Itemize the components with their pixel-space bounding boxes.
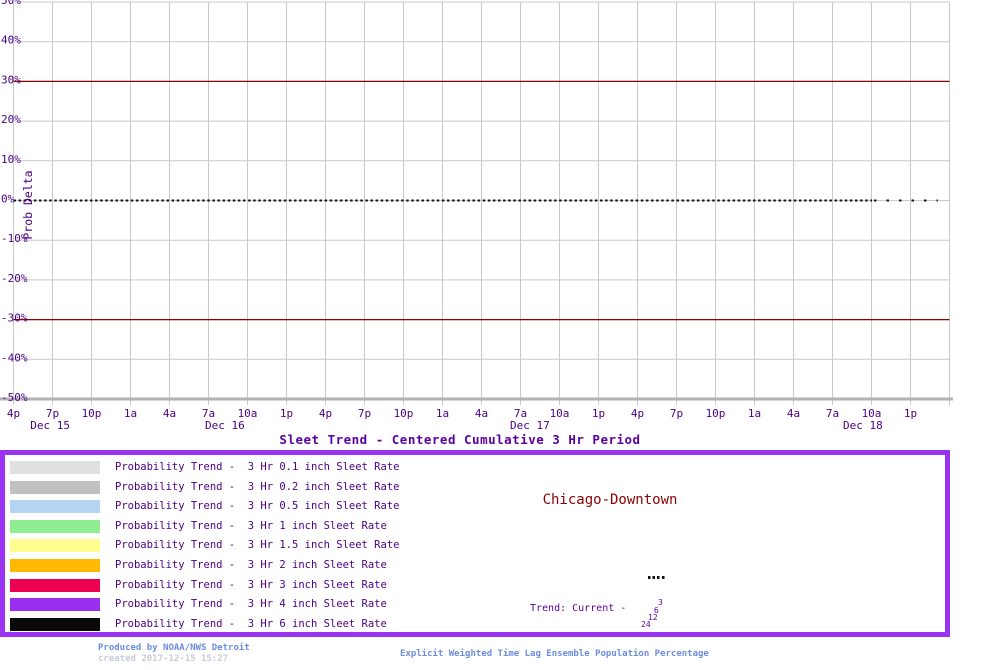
y-tick-label: 30%: [1, 73, 21, 86]
legend-item-label: Probability Trend - 3 Hr 4 inch Sleet Ra…: [115, 598, 387, 611]
y-tick-label: 40%: [1, 34, 21, 47]
legend-item: Probability Trend - 3 Hr 0.1 inch Sleet …: [10, 461, 399, 474]
x-tick-label: 7p: [670, 407, 683, 420]
y-tick-label: -50%: [1, 391, 28, 404]
x-tick-label: 10p: [82, 407, 102, 420]
dotted-line-sample-icon: [648, 576, 666, 579]
x-tick-label: 4a: [163, 407, 176, 420]
x-tick-label: 1p: [904, 407, 917, 420]
x-tick-label: 4p: [7, 407, 20, 420]
x-tick-label: 1p: [280, 407, 293, 420]
legend-swatch-icon: [10, 539, 100, 552]
legend-swatch-icon: [10, 481, 100, 494]
legend-item-label: Probability Trend - 3 Hr 2 inch Sleet Ra…: [115, 559, 387, 572]
x-tick-label: 1p: [592, 407, 605, 420]
x-tick-label: 4p: [319, 407, 332, 420]
x-tick-label: 1a: [436, 407, 449, 420]
legend-swatch-icon: [10, 598, 100, 611]
legend-item: Probability Trend - 3 Hr 6 inch Sleet Ra…: [10, 618, 399, 631]
legend-item: Probability Trend - 3 Hr 1.5 inch Sleet …: [10, 539, 399, 552]
footer-description: Explicit Weighted Time Lag Ensemble Popu…: [400, 649, 709, 659]
legend-item: Probability Trend - 3 Hr 4 inch Sleet Ra…: [10, 598, 399, 611]
x-date-label: Dec 16: [205, 419, 245, 432]
y-tick-label: -20%: [1, 272, 28, 285]
y-tick-label: 10%: [1, 153, 21, 166]
footer-created-timestamp: created 2017-12-15 15:27: [98, 654, 228, 664]
legend-swatch-icon: [10, 618, 100, 631]
y-tick-label: -40%: [1, 351, 28, 364]
x-tick-label: 10p: [706, 407, 726, 420]
location-label: Chicago-Downtown: [475, 492, 745, 508]
legend-box: Probability Trend - 3 Hr 0.1 inch Sleet …: [0, 450, 950, 637]
x-tick-label: 4a: [787, 407, 800, 420]
chart-title: Sleet Trend - Centered Cumulative 3 Hr P…: [0, 432, 920, 447]
legend-item-label: Probability Trend - 3 Hr 1.5 inch Sleet …: [115, 539, 399, 552]
legend-item: Probability Trend - 3 Hr 2 inch Sleet Ra…: [10, 559, 399, 572]
x-tick-label: 4a: [475, 407, 488, 420]
x-date-label: Dec 15: [30, 419, 70, 432]
legend-item: Probability Trend - 3 Hr 0.5 inch Sleet …: [10, 500, 399, 513]
legend-item-label: Probability Trend - 3 Hr 0.5 inch Sleet …: [115, 500, 399, 513]
legend-item-label: Probability Trend - 3 Hr 3 inch Sleet Ra…: [115, 579, 387, 592]
x-tick-label: 4p: [631, 407, 644, 420]
legend-swatch-icon: [10, 579, 100, 592]
x-tick-label: 10p: [394, 407, 414, 420]
legend-item: Probability Trend - 3 Hr 0.2 inch Sleet …: [10, 481, 399, 494]
x-date-label: Dec 17: [510, 419, 550, 432]
x-date-label: Dec 18: [843, 419, 883, 432]
y-tick-label: 20%: [1, 113, 21, 126]
y-tick-label: 50%: [1, 0, 21, 7]
legend-item-label: Probability Trend - 3 Hr 1 inch Sleet Ra…: [115, 520, 387, 533]
trend-lag-24hr: 24: [641, 621, 651, 629]
legend-item-label: Probability Trend - 3 Hr 0.2 inch Sleet …: [115, 481, 399, 494]
y-tick-label: 0%: [1, 193, 15, 206]
legend-item: Probability Trend - 3 Hr 1 inch Sleet Ra…: [10, 520, 399, 533]
legend-swatch-icon: [10, 461, 100, 474]
trend-current-label: Trend: Current -: [530, 603, 632, 614]
y-tick-label: -30%: [1, 312, 28, 325]
x-tick-label: 7a: [826, 407, 839, 420]
legend-item: Probability Trend - 3 Hr 3 inch Sleet Ra…: [10, 579, 399, 592]
x-tick-label: 1a: [748, 407, 761, 420]
footer-produced-by: Produced by NOAA/NWS Detroit: [98, 643, 250, 653]
legend-swatch-icon: [10, 520, 100, 533]
y-axis-title: Prob Delta: [21, 170, 35, 239]
x-tick-label: 7p: [358, 407, 371, 420]
x-tick-label: 1a: [124, 407, 137, 420]
sleet-trend-page: 50%40%30%20%10%0%-10%-20%-30%-40%-50%Pro…: [0, 0, 1000, 670]
trend-chart: 50%40%30%20%10%0%-10%-20%-30%-40%-50%Pro…: [0, 0, 1000, 432]
legend-swatch-icon: [10, 500, 100, 513]
legend-item-label: Probability Trend - 3 Hr 6 inch Sleet Ra…: [115, 618, 387, 631]
x-tick-label: 10a: [550, 407, 570, 420]
legend-swatch-icon: [10, 559, 100, 572]
legend-rows: Probability Trend - 3 Hr 0.1 inch Sleet …: [10, 461, 399, 637]
legend-item-label: Probability Trend - 3 Hr 0.1 inch Sleet …: [115, 461, 399, 474]
